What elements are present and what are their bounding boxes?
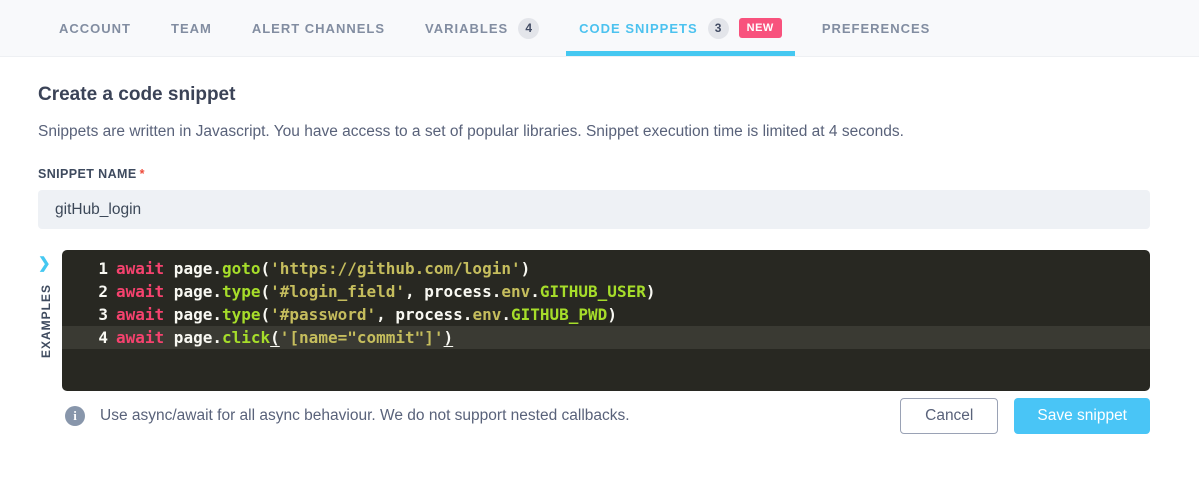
tab-alert-channels[interactable]: ALERT CHANNELS [239,0,398,56]
tab-label: PREFERENCES [822,21,931,36]
tab-label: TEAM [171,21,212,36]
main-content: Create a code snippet Snippets are writt… [0,84,1199,434]
tab-label: ALERT CHANNELS [252,21,385,36]
snippet-name-input[interactable] [38,190,1150,229]
code-line-3[interactable]: 3 await page.type('#password', process.en… [62,303,1150,326]
footer-bar: i Use async/await for all async behaviou… [38,398,1150,434]
code-line-4[interactable]: 4 await page.click('[name="commit"]') [62,326,1150,349]
page-description: Snippets are written in Javascript. You … [38,123,1150,141]
examples-label: EXAMPLES [39,284,53,358]
required-asterisk: * [140,167,145,181]
line-number: 2 [62,280,108,303]
tab-code-snippets[interactable]: CODE SNIPPETS 3 NEW [566,0,795,56]
tab-team[interactable]: TEAM [158,0,225,56]
code-editor[interactable]: 1 await page.goto('https://github.com/log… [62,250,1150,391]
examples-rail: ❯ EXAMPLES [38,250,62,391]
code-line-2[interactable]: 2 await page.type('#login_field', process… [62,280,1150,303]
code-text: await page.type('#login_field', process.… [116,280,655,303]
snippet-name-label: SNIPPET NAME* [38,167,1150,181]
line-number: 1 [62,257,108,280]
tab-count-badge: 4 [518,18,539,39]
line-number: 3 [62,303,108,326]
tab-preferences[interactable]: PREFERENCES [809,0,944,56]
tab-account[interactable]: ACCOUNT [46,0,144,56]
info-icon: i [65,406,85,426]
code-line-1[interactable]: 1 await page.goto('https://github.com/log… [62,257,1150,280]
chevron-right-icon[interactable]: ❯ [38,256,51,271]
code-editor-section: ❯ EXAMPLES 1 await page.goto('https://git… [38,250,1150,391]
line-number: 4 [62,326,108,349]
tab-label: ACCOUNT [59,21,131,36]
snippet-name-label-text: SNIPPET NAME [38,167,137,181]
code-text: await page.click('[name="commit"]') [116,326,453,349]
save-snippet-button[interactable]: Save snippet [1014,398,1150,434]
code-text: await page.goto('https://github.com/logi… [116,257,530,280]
tab-variables[interactable]: VARIABLES 4 [412,0,552,56]
tab-label: CODE SNIPPETS [579,21,697,36]
tab-bar: ACCOUNT TEAM ALERT CHANNELS VARIABLES 4 CODE … [0,0,1199,57]
cancel-button[interactable]: Cancel [900,398,998,434]
new-badge: NEW [739,18,782,38]
page-title: Create a code snippet [38,84,1150,106]
button-group: Cancel Save snippet [900,398,1150,434]
tab-count-badge: 3 [708,18,729,39]
tab-label: VARIABLES [425,21,508,36]
code-text: await page.type('#password', process.env… [116,303,617,326]
info-text: Use async/await for all async behaviour.… [100,407,630,425]
